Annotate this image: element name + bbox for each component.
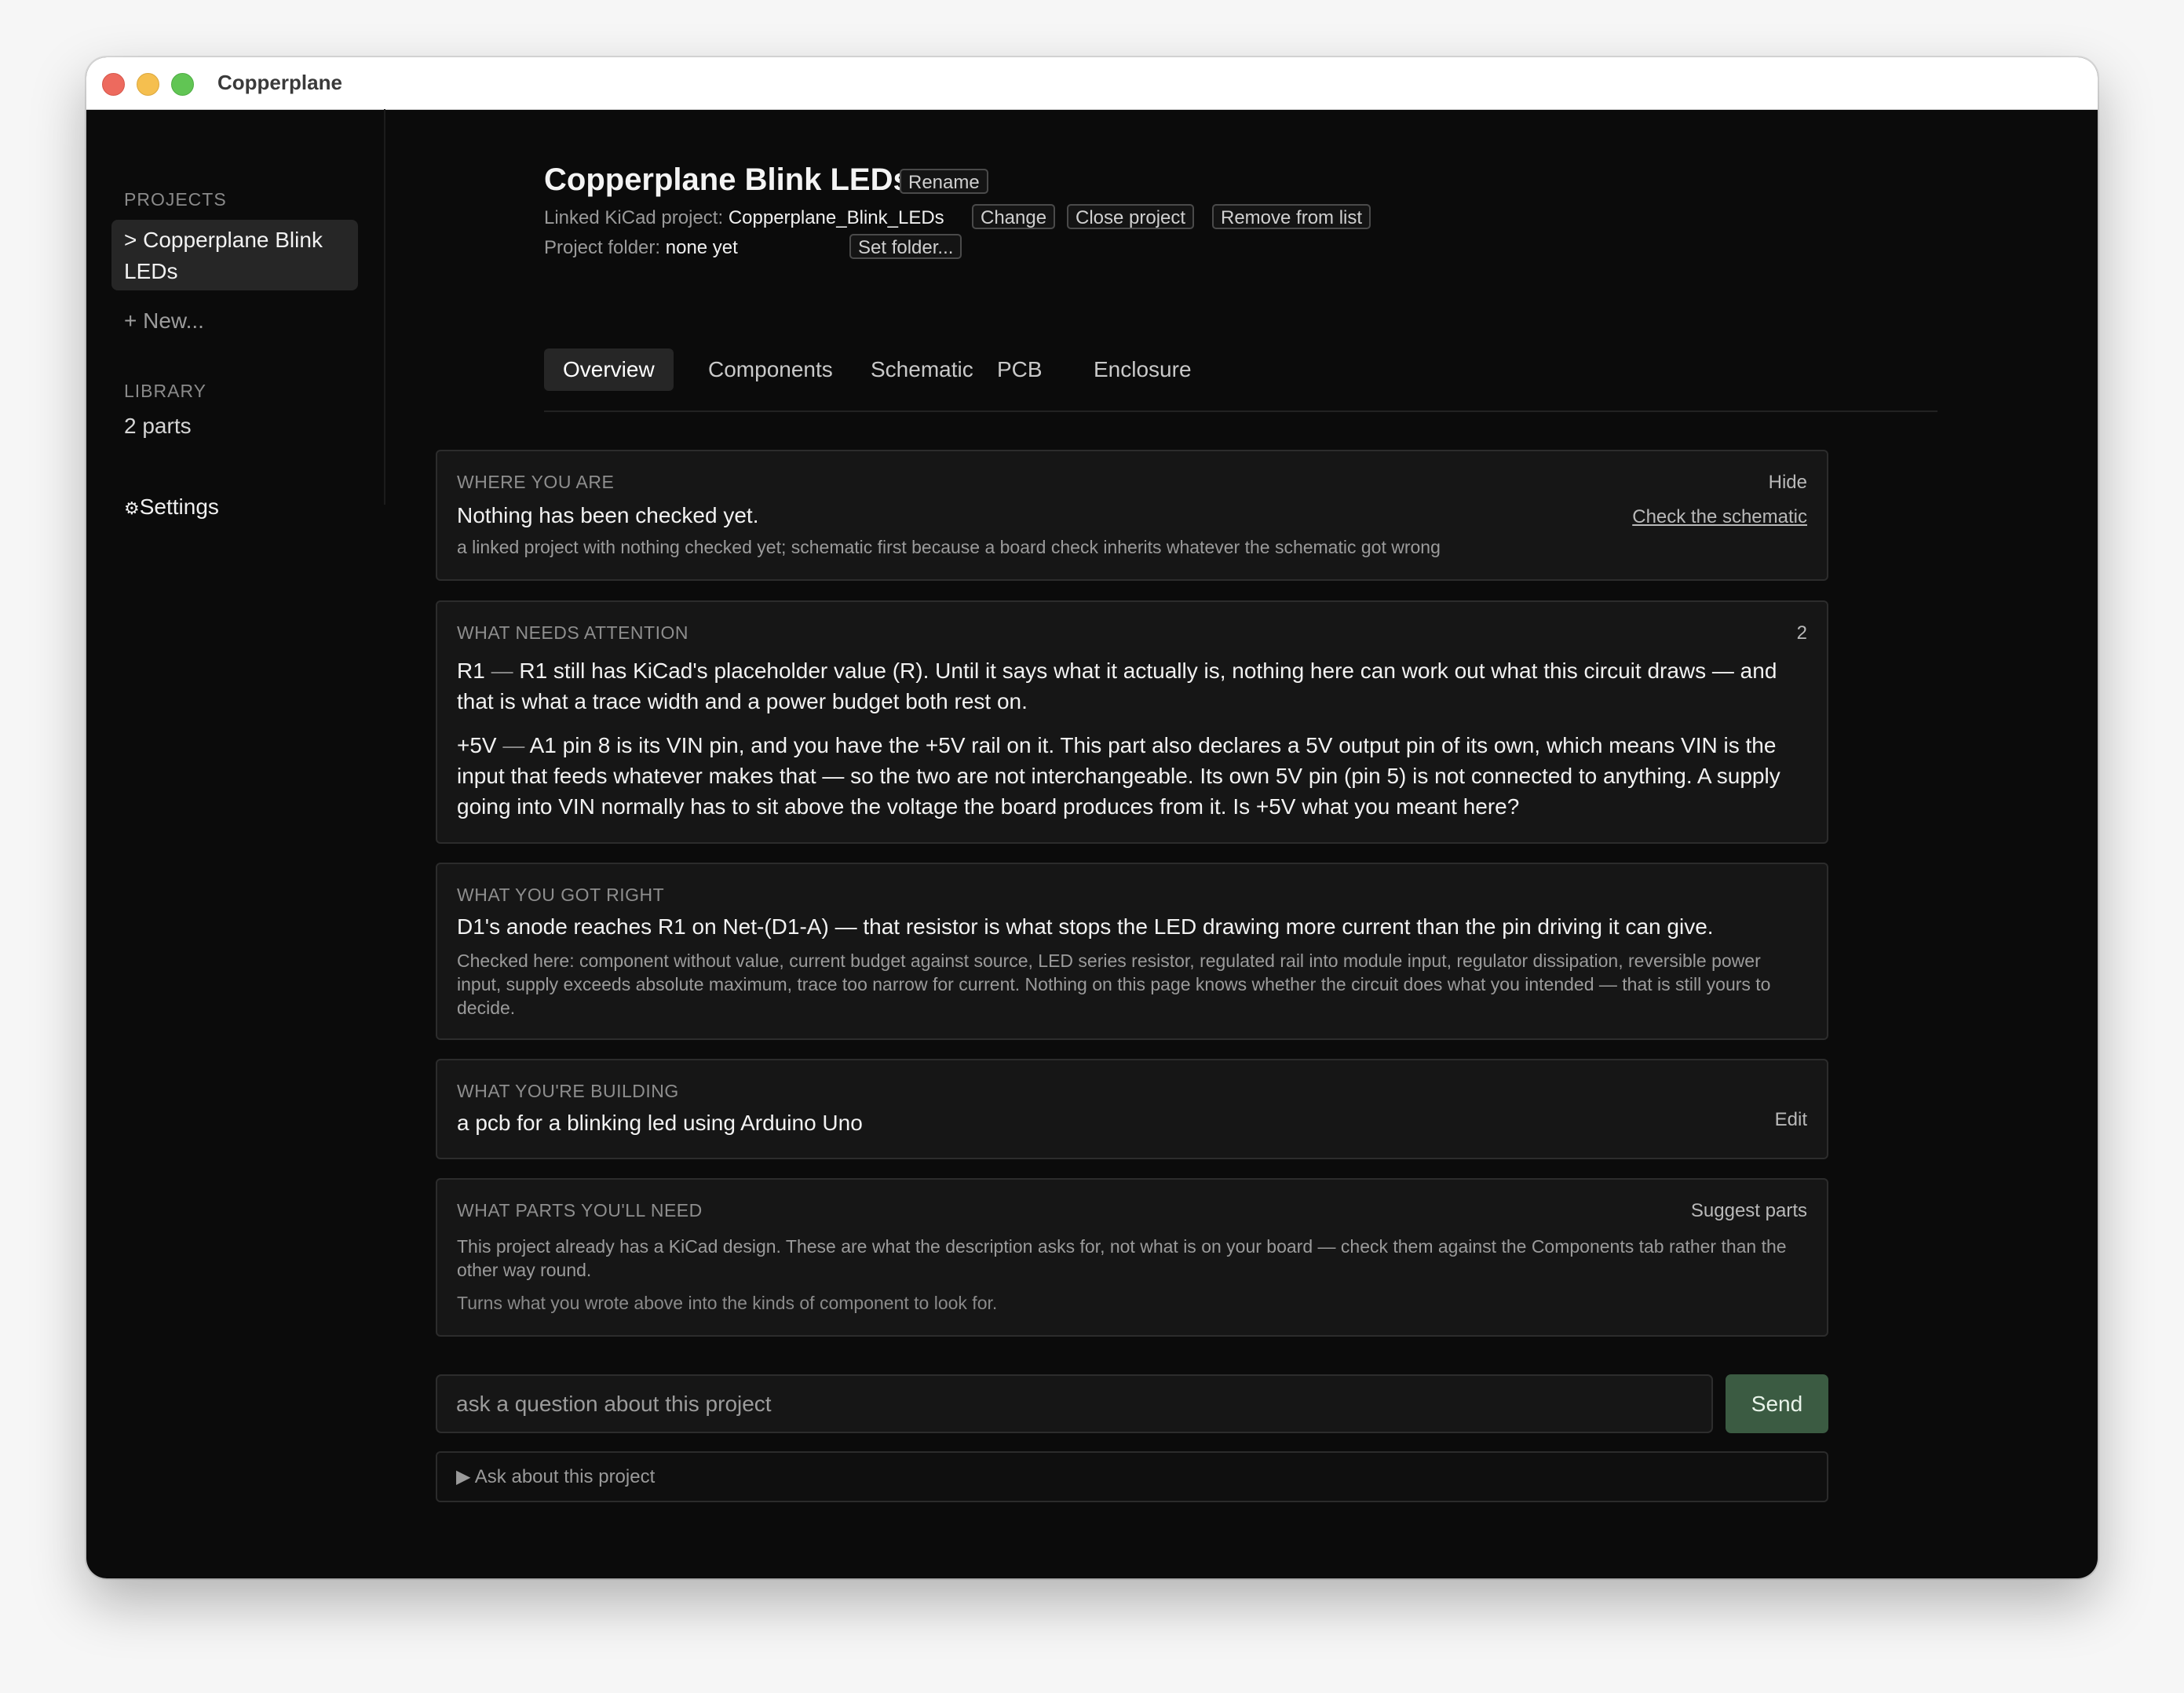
attention-card: WHAT NEEDS ATTENTION 2 R1 — R1 still has… [436,600,1828,844]
attention-count: 2 [1796,622,1807,644]
ask-input[interactable]: ask a question about this project [436,1374,1713,1433]
check-schematic-link[interactable]: Check the schematic [1632,506,1807,528]
project-folder-row: Project folder: none yet [544,237,738,259]
attention-item: +5V — A1 pin 8 is its VIN pin, and you h… [457,730,1807,822]
app-window: Copperplane PROJECTS > Copperplane Blink… [86,57,2098,1578]
project-folder-label: Project folder: [544,237,661,258]
attention-heading: WHAT NEEDS ATTENTION [457,622,688,643]
set-folder-button[interactable]: Set folder... [849,234,962,259]
checked-note: Checked here: component without value, c… [457,950,1771,1018]
hide-button[interactable]: Hide [1769,472,1807,494]
tab-overview[interactable]: Overview [544,348,674,391]
title-bar: Copperplane [86,57,2098,110]
parts-heading: WHAT PARTS YOU'LL NEED [457,1200,703,1220]
got-right-card: WHAT YOU GOT RIGHT D1's anode reaches R1… [436,863,1828,1040]
window-title: Copperplane [217,71,342,94]
remove-from-list-button[interactable]: Remove from list [1212,204,1371,229]
attention-ref: R1 [457,659,485,683]
tab-schematic[interactable]: Schematic [852,348,992,391]
parts-note: Turns what you wrote above into the kind… [457,1293,998,1313]
tab-enclosure[interactable]: Enclosure [1075,348,1211,391]
attention-text: A1 pin 8 is its VIN pin, and you have th… [457,733,1780,819]
project-folder-value: none yet [665,237,738,258]
tab-divider [544,410,1937,412]
got-right-text: D1's anode reaches R1 on Net-(D1-A) — th… [457,914,1714,939]
parts-card: WHAT PARTS YOU'LL NEED Suggest parts Thi… [436,1178,1828,1337]
suggest-parts-button[interactable]: Suggest parts [1691,1200,1807,1222]
rename-button[interactable]: Rename [900,169,988,194]
where-you-are-card: WHERE YOU ARE Hide Nothing has been chec… [436,450,1828,581]
tab-pcb[interactable]: PCB [978,348,1061,391]
where-you-are-heading: WHERE YOU ARE [457,472,615,492]
attention-separator: — [496,733,530,757]
attention-ref: +5V [457,733,497,757]
got-right-heading: WHAT YOU GOT RIGHT [457,885,665,905]
send-button[interactable]: Send [1726,1374,1828,1433]
check-status: Nothing has been checked yet. [457,503,759,527]
building-card: WHAT YOU'RE BUILDING a pcb for a blinkin… [436,1059,1828,1159]
close-window-button[interactable] [102,73,125,96]
attention-text: R1 still has KiCad's placeholder value (… [457,659,1777,713]
tab-components[interactable]: Components [689,348,852,391]
main-panel: Copperplane Blink LEDs Rename Linked KiC… [86,109,2098,1578]
ask-about-project-expander[interactable]: ▶ Ask about this project [436,1451,1828,1502]
zoom-window-button[interactable] [171,73,194,96]
building-heading: WHAT YOU'RE BUILDING [457,1081,679,1101]
close-project-button[interactable]: Close project [1067,204,1195,229]
change-button[interactable]: Change [972,204,1056,229]
attention-separator: — [484,659,520,683]
linked-project-row: Linked KiCad project: Copperplane_Blink_… [544,207,944,229]
minimize-window-button[interactable] [137,73,159,96]
building-description: a pcb for a blinking led using Arduino U… [457,1111,863,1135]
project-title: Copperplane Blink LEDs [544,162,911,197]
linked-project-label: Linked KiCad project: [544,207,724,228]
parts-warning: This project already has a KiCad design.… [457,1236,1787,1280]
where-note: a linked project with nothing checked ye… [457,537,1441,557]
linked-project-value: Copperplane_Blink_LEDs [728,207,944,228]
attention-item: R1 — R1 still has KiCad's placeholder va… [457,655,1807,717]
edit-button[interactable]: Edit [1775,1109,1807,1131]
